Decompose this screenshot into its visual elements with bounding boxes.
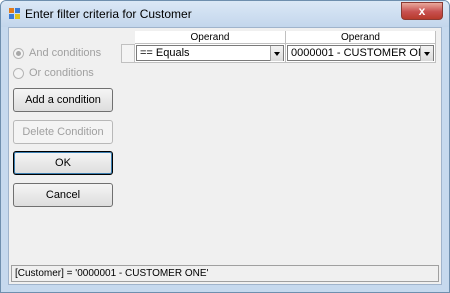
radio-unchecked-icon bbox=[13, 67, 24, 79]
row-selector[interactable] bbox=[121, 44, 135, 63]
close-icon: x bbox=[418, 4, 426, 18]
app-icon bbox=[9, 8, 20, 19]
ok-button[interactable]: OK bbox=[13, 151, 113, 175]
value-cell: 0000001 - CUSTOMER ONE bbox=[286, 44, 436, 63]
filter-expression-status: [Customer] = '0000001 - CUSTOMER ONE' bbox=[11, 265, 439, 282]
and-conditions-label: And conditions bbox=[29, 47, 102, 59]
operator-dropdown[interactable]: == Equals bbox=[136, 45, 284, 61]
criteria-grid: Operand Operand == Equals 0000001 - CUST… bbox=[121, 31, 437, 261]
chevron-down-icon[interactable] bbox=[270, 46, 283, 61]
customer-value: 0000001 - CUSTOMER ONE bbox=[291, 47, 434, 59]
cancel-button[interactable]: Cancel bbox=[13, 183, 113, 207]
operator-value: == Equals bbox=[140, 47, 190, 59]
column-header-value[interactable]: Operand bbox=[286, 31, 436, 44]
add-condition-button[interactable]: Add a condition bbox=[13, 88, 113, 112]
value-dropdown[interactable]: 0000001 - CUSTOMER ONE bbox=[287, 45, 434, 61]
or-conditions-label: Or conditions bbox=[29, 67, 94, 79]
window-title: Enter filter criteria for Customer bbox=[25, 7, 192, 21]
and-conditions-radio[interactable]: And conditions bbox=[13, 46, 101, 60]
or-conditions-radio[interactable]: Or conditions bbox=[13, 66, 94, 80]
chevron-down-icon[interactable] bbox=[420, 46, 433, 61]
column-header-operator[interactable]: Operand bbox=[135, 31, 286, 44]
title-bar[interactable]: Enter filter criteria for Customer x bbox=[1, 1, 449, 27]
delete-condition-button[interactable]: Delete Condition bbox=[13, 120, 113, 144]
operator-cell: == Equals bbox=[135, 44, 286, 63]
dialog-client-area: And conditions Or conditions Add a condi… bbox=[8, 27, 442, 285]
filter-dialog-window: Enter filter criteria for Customer x And… bbox=[0, 0, 450, 293]
close-button[interactable]: x bbox=[401, 2, 443, 20]
radio-checked-icon bbox=[13, 47, 24, 59]
